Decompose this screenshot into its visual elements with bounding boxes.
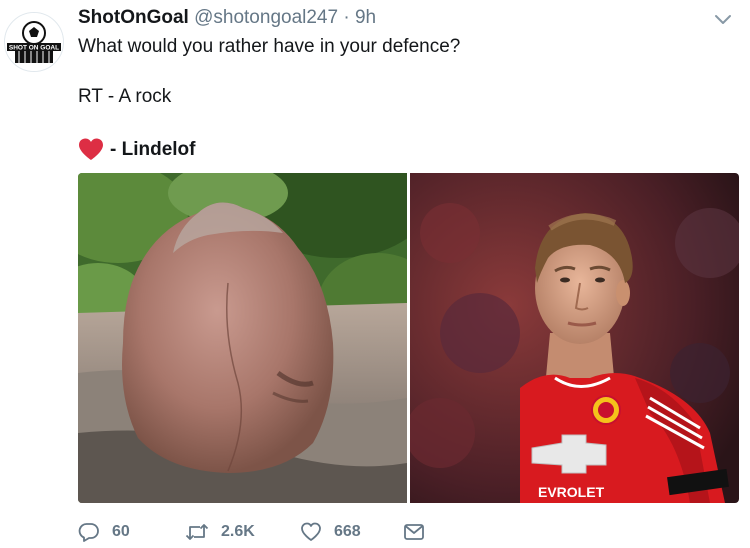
retweet-icon xyxy=(185,522,209,542)
heart-icon xyxy=(300,522,322,542)
tweet-header: ShotOnGoal @shotongoal247 · 9h xyxy=(78,7,376,29)
reply-count: 60 xyxy=(112,523,130,540)
media-grid: EVROLET xyxy=(78,173,739,503)
direct-message-button[interactable] xyxy=(403,522,425,542)
like-button[interactable]: 668 xyxy=(300,522,375,542)
tweet-text-line-2: RT - A rock xyxy=(78,86,172,107)
rock-photo[interactable] xyxy=(78,173,407,503)
separator-dot: · xyxy=(343,7,350,28)
retweet-button[interactable]: 2.6K xyxy=(185,522,271,542)
avatar[interactable]: SHOT ON GOAL xyxy=(4,12,64,72)
timestamp[interactable]: 9h xyxy=(355,7,376,28)
avatar-logo-text: SHOT ON GOAL xyxy=(9,45,59,52)
jersey-sponsor-text: EVROLET xyxy=(538,484,605,500)
red-heart-emoji xyxy=(78,138,104,161)
user-handle[interactable]: @shotongoal247 xyxy=(194,7,338,28)
chevron-down-icon[interactable] xyxy=(710,8,736,30)
reply-button[interactable]: 60 xyxy=(78,522,140,542)
envelope-icon xyxy=(403,522,425,542)
like-count: 668 xyxy=(334,523,361,540)
tweet-text-line-1: What would you rather have in your defen… xyxy=(78,36,461,57)
lindelof-photo[interactable]: EVROLET xyxy=(410,173,739,503)
retweet-count: 2.6K xyxy=(221,523,255,540)
display-name[interactable]: ShotOnGoal xyxy=(78,7,189,28)
tweet[interactable]: SHOT ON GOAL ShotOnGoal @shotongoal247 ·… xyxy=(0,0,750,548)
lindelof-text: - Lindelof xyxy=(110,138,196,160)
reply-icon xyxy=(78,522,100,542)
tweet-actions: 60 2.6K 668 xyxy=(78,518,425,546)
tweet-text-line-3: - Lindelof xyxy=(78,138,195,161)
